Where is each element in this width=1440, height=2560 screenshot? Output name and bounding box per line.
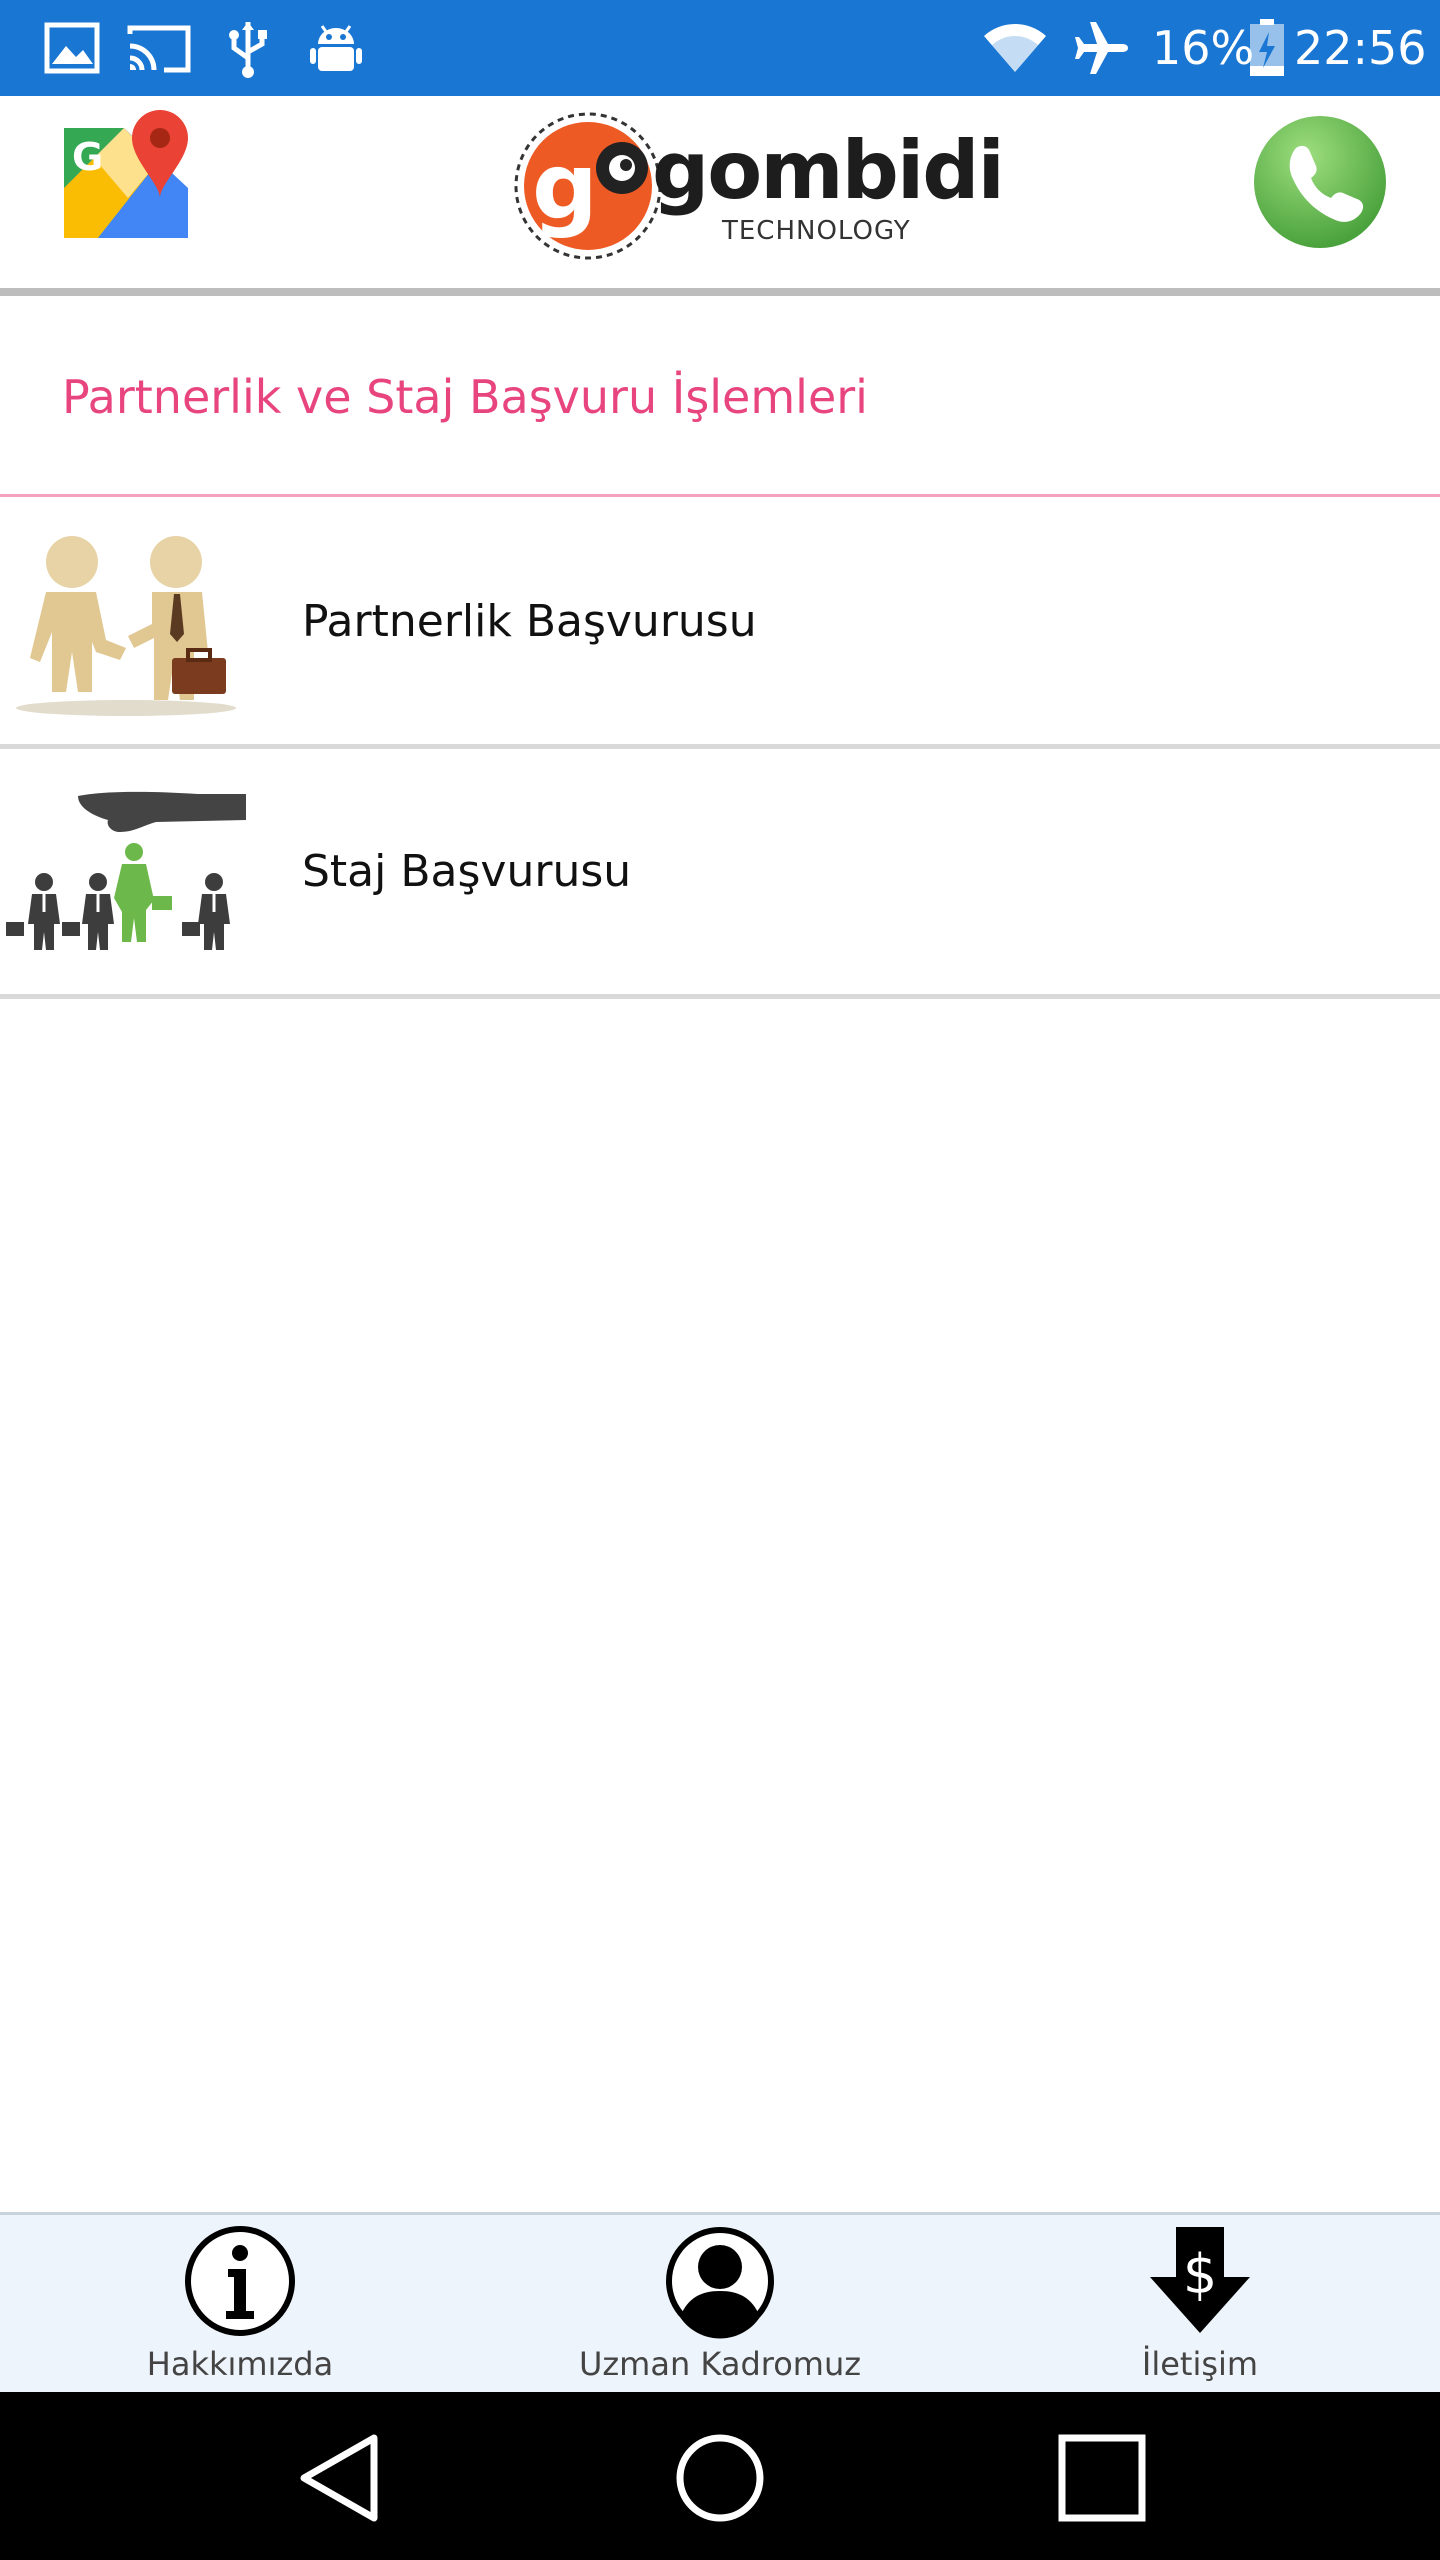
row-divider [0,994,1440,999]
row-divider [0,744,1440,749]
dollar-down-arrow-icon: $ [1142,2223,1258,2343]
battery-charging-icon [1248,18,1286,78]
nav-item-contact[interactable]: $ İletişim [960,2215,1440,2395]
nav-label: Uzman Kadromuz [578,2345,862,2383]
recruitment-icon [6,786,246,956]
status-bar: 16% 22:56 [0,0,1440,96]
logo-wordmark: gombidi [652,124,1005,217]
svg-text:G: G [72,135,103,179]
person-icon [662,2223,778,2343]
handshake-icon [8,530,244,720]
section-divider [0,494,1440,497]
nav-item-about[interactable]: Hakkımızda [0,2215,480,2395]
section-title: Partnerlik ve Staj Başvuru İşlemleri [62,370,868,424]
image-icon [44,18,100,78]
svg-text:g: g [532,133,598,240]
home-icon[interactable] [674,2432,766,2528]
android-debug-icon [308,18,364,78]
list-item-label: Staj Başvurusu [302,846,632,897]
usb-icon [226,18,270,78]
battery-percent: 16% [1152,21,1255,75]
nav-label: İletişim [1141,2345,1259,2383]
list-item-partnership[interactable]: Partnerlik Başvurusu [0,500,1440,746]
system-navigation-bar [0,2392,1440,2560]
list-item-internship[interactable]: Staj Başvurusu [0,750,1440,996]
wifi-icon [980,18,1050,78]
app-bar: G g gombidi TECHNOLOGY [0,96,1440,294]
recents-icon[interactable] [1058,2434,1146,2526]
phone-call-icon[interactable] [1252,114,1388,250]
bottom-navigation: Hakkımızda Uzman Kadromuz $ İletişim [0,2212,1440,2392]
list-item-label: Partnerlik Başvurusu [302,596,757,647]
info-icon [182,2223,298,2343]
app-bar-divider [0,288,1440,296]
logo-subtitle: TECHNOLOGY [722,216,911,246]
svg-text:$: $ [1183,2243,1217,2306]
nav-label: Hakkımızda [146,2345,334,2383]
clock: 22:56 [1294,21,1427,75]
nav-item-experts[interactable]: Uzman Kadromuz [480,2215,960,2395]
google-maps-icon[interactable]: G [58,108,194,248]
cast-icon [126,18,192,78]
back-icon[interactable] [296,2432,382,2528]
airplane-mode-icon [1072,18,1132,78]
app-logo: g gombidi TECHNOLOGY [510,110,1005,260]
